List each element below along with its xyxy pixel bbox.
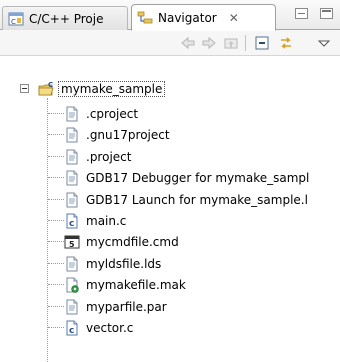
file-node[interactable]: mymakefile.mak: [64, 274, 186, 295]
file-label: .cproject: [86, 106, 139, 121]
view-tab-strip: C C/C++ Proje Navigator ✕: [0, 0, 340, 31]
file-label: vector.c: [86, 320, 134, 335]
view-menu-button[interactable]: [316, 35, 332, 51]
text-file-icon: [66, 127, 78, 142]
tree-connector-branch: [48, 306, 64, 307]
tree-connector-branch: [48, 327, 64, 328]
collapse-all-icon: [255, 36, 269, 50]
tree-connector-branch: [48, 220, 64, 221]
file-label: main.c: [86, 213, 127, 228]
svg-text:C: C: [11, 18, 16, 26]
file-label: GDB17 Launch for mymake_sample.l: [86, 192, 308, 207]
file-node[interactable]: .cproject: [64, 103, 138, 124]
file-node[interactable]: myldsfile.lds: [64, 253, 161, 274]
tab-cpp-projects[interactable]: C C/C++ Proje: [2, 6, 128, 30]
tree-connector-branch: [48, 263, 64, 264]
minimize-view-button[interactable]: [295, 8, 308, 19]
file-label: mycmdfile.cmd: [86, 234, 179, 249]
svg-text:5: 5: [69, 240, 75, 249]
tab-cpp-projects-label: C/C++ Proje: [29, 11, 104, 26]
file-label: myldsfile.lds: [86, 256, 162, 271]
navigator-icon: [137, 11, 153, 23]
file-node[interactable]: c main.c: [64, 210, 126, 231]
file-label: myparfile.par: [86, 299, 167, 314]
view-menu-icon: [317, 40, 331, 47]
file-node[interactable]: 5 mycmdfile.cmd: [64, 231, 179, 252]
file-label: mymakefile.mak: [86, 277, 186, 292]
text-file-icon: [66, 192, 78, 207]
file-label: .gnu17project: [86, 127, 170, 142]
forward-button[interactable]: [201, 35, 217, 51]
tree-connector-branch: [48, 177, 64, 178]
file-node[interactable]: GDB17 Launch for mymake_sample.l: [64, 189, 308, 210]
link-with-editor-button[interactable]: [278, 35, 294, 51]
tree-connector-line: [47, 98, 48, 362]
cpp-projects-icon: C: [8, 12, 24, 26]
file-node[interactable]: GDB17 Debugger for mymake_sampl: [64, 167, 309, 188]
toolbar-separator: [245, 35, 246, 51]
c-source-file-icon: c: [66, 320, 78, 336]
link-with-editor-icon: [281, 37, 291, 49]
maximize-view-button[interactable]: [320, 8, 333, 19]
file-label: .project: [86, 149, 132, 164]
command-file-icon: 5: [64, 235, 80, 249]
back-arrow-icon: [181, 36, 195, 50]
tree-connector-branch: [48, 241, 64, 242]
project-node[interactable]: C mymake_sample: [38, 78, 166, 99]
tree-connector-branch: [48, 156, 64, 157]
navigator-toolbar: [0, 30, 340, 56]
tree-connector-branch: [48, 284, 64, 285]
collapse-all-button[interactable]: [254, 35, 270, 51]
c-project-folder-icon: C: [38, 81, 54, 95]
text-file-icon: [66, 299, 78, 314]
collapse-toggle-icon[interactable]: [20, 84, 29, 93]
makefile-icon: [66, 277, 79, 293]
text-file-icon: [66, 106, 78, 121]
svg-text:c: c: [69, 219, 74, 229]
tab-navigator-label: Navigator: [158, 10, 217, 25]
text-file-icon: [66, 149, 78, 164]
close-icon[interactable]: ✕: [228, 11, 240, 25]
tab-navigator[interactable]: Navigator ✕: [131, 4, 276, 31]
up-button[interactable]: [223, 35, 239, 51]
c-source-file-icon: c: [66, 213, 78, 229]
tree-connector-branch: [48, 113, 64, 114]
file-node[interactable]: .project: [64, 146, 131, 167]
text-file-icon: [66, 170, 78, 185]
file-label: GDB17 Debugger for mymake_sampl: [86, 170, 310, 185]
svg-text:c: c: [69, 326, 74, 336]
project-label: mymake_sample: [58, 80, 166, 97]
tree-connector-branch: [48, 134, 64, 135]
tree-connector-branch: [48, 199, 64, 200]
file-node[interactable]: myparfile.par: [64, 296, 167, 317]
file-node[interactable]: .gnu17project: [64, 124, 170, 145]
text-file-icon: [66, 256, 78, 271]
up-folder-icon: [224, 38, 238, 49]
forward-arrow-icon: [202, 36, 216, 50]
back-button[interactable]: [180, 35, 196, 51]
svg-text:C: C: [48, 81, 53, 89]
file-node[interactable]: c vector.c: [64, 317, 133, 338]
